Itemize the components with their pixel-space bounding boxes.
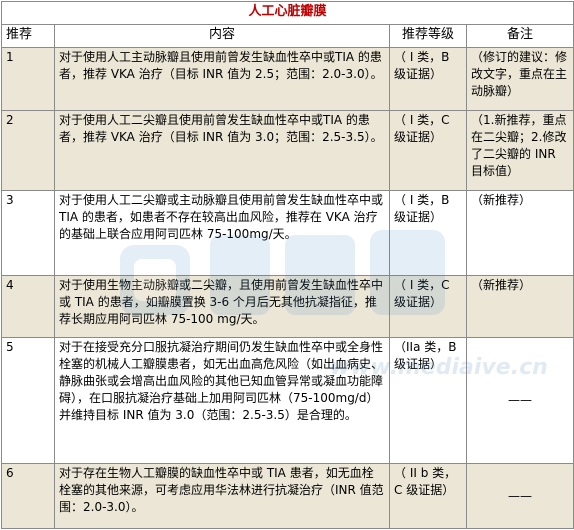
row-note: （1.新推荐，重点在二尖瓣；2.修改了二尖瓣的 INR 目标值） (465, 109, 574, 192)
guideline-table: 人工心脏瓣膜 推荐 内容 推荐等级 备注 1 对于使用人工主动脉瓣且使用前曾发生… (0, 0, 574, 529)
table-row: 3 对于使用人工二尖瓣或主动脉瓣且使用前曾发生缺血性卒中或 TIA 的患者，如患… (1, 190, 574, 277)
row-grade: （ I 类，C 级证据） (389, 109, 467, 192)
row-note: —— (465, 336, 574, 465)
table-header-row: 推荐 内容 推荐等级 备注 (1, 24, 574, 49)
table-row: 1 对于使用人工主动脉瓣且使用前曾发生缺血性卒中或TIA 的患者，推荐 VKA … (1, 47, 574, 111)
table-title: 人工心脏瓣膜 (0, 0, 574, 26)
row-number: 6 (1, 463, 55, 529)
row-grade: （ I 类，B 级证据） (389, 47, 467, 111)
row-content: 对于在接受充分口服抗凝治疗期间仍发生缺血性卒中或全身性栓塞的机械人工瓣膜患者，如… (54, 336, 390, 465)
row-number: 1 (1, 47, 55, 111)
row-grade: （ I 类，B 级证据） (389, 190, 467, 277)
row-note: （新推荐） (465, 190, 574, 277)
row-number: 2 (1, 109, 55, 192)
table-row: 4 对于使用生物主动脉瓣或二尖瓣，且使用前曾发生缺血性卒中或 TIA 的患者，如… (1, 275, 574, 338)
row-content: 对于存在生物人工瓣膜的缺血性卒中或 TIA 患者，如无血栓栓塞的其他来源，可考虑… (54, 463, 390, 529)
row-content: 对于使用人工主动脉瓣且使用前曾发生缺血性卒中或TIA 的患者，推荐 VKA 治疗… (54, 47, 390, 111)
row-content: 对于使用人工二尖瓣或主动脉瓣且使用前曾发生缺血性卒中或 TIA 的患者，如患者不… (54, 190, 390, 277)
row-grade: （ II b 类，C 级证据） (389, 463, 467, 529)
row-content: 对于使用人工二尖瓣且使用前曾发生缺血性卒中或TIA 的患者，推荐 VKA 治疗（… (54, 109, 390, 192)
table-row: 6 对于存在生物人工瓣膜的缺血性卒中或 TIA 患者，如无血栓栓塞的其他来源，可… (1, 463, 574, 529)
row-number: 5 (1, 336, 55, 465)
table-row: 2 对于使用人工二尖瓣且使用前曾发生缺血性卒中或TIA 的患者，推荐 VKA 治… (1, 109, 574, 192)
table-title-row: 人工心脏瓣膜 (0, 0, 574, 26)
header-grade: 推荐等级 (389, 24, 467, 49)
row-note: （新推荐） (465, 275, 574, 338)
row-note: —— (465, 463, 574, 529)
row-note: （修订的建议：修改文字，重点在主动脉瓣） (465, 47, 574, 111)
header-no: 推荐 (1, 24, 55, 49)
header-note: 备注 (465, 24, 574, 49)
row-content: 对于使用生物主动脉瓣或二尖瓣，且使用前曾发生缺血性卒中或 TIA 的患者，如瓣膜… (54, 275, 390, 338)
row-grade: （IIa 类，B 级证据） (389, 336, 467, 465)
row-grade: （ I 类，C 级证据） (389, 275, 467, 338)
header-content: 内容 (54, 24, 390, 49)
row-number: 4 (1, 275, 55, 338)
row-number: 3 (1, 190, 55, 277)
table-row: 5 对于在接受充分口服抗凝治疗期间仍发生缺血性卒中或全身性栓塞的机械人工瓣膜患者… (1, 336, 574, 465)
